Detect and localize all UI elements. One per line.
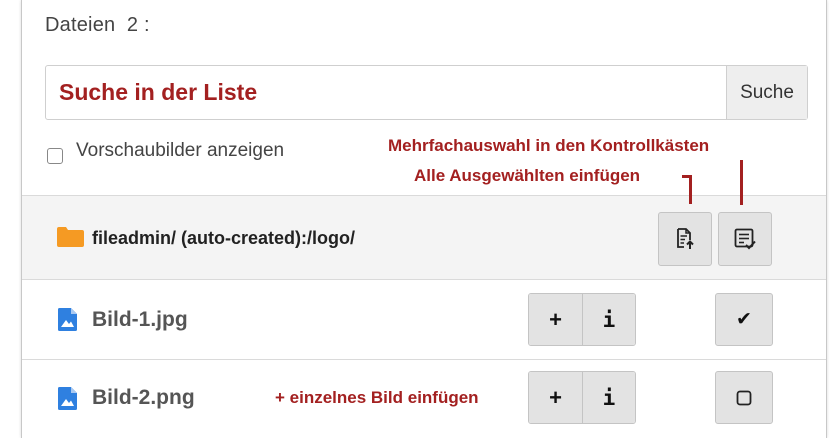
annotation-insert-all: Alle Ausgewählten einfügen: [414, 166, 641, 185]
insert-all-selected-button[interactable]: [658, 212, 712, 266]
files-heading-label: Dateien: [45, 14, 116, 36]
info-icon: i: [602, 385, 616, 410]
checklist-icon: [734, 228, 756, 250]
file-name: Bild-2.png: [92, 386, 195, 409]
file-actions: + i: [528, 371, 636, 424]
file-info-button[interactable]: i: [582, 372, 635, 423]
search-input[interactable]: [46, 66, 726, 119]
file-actions: + i: [528, 293, 636, 346]
insert-selected-icon: [677, 228, 694, 249]
files-heading: Dateien 2 :: [45, 14, 150, 37]
search-button[interactable]: Suche: [726, 66, 807, 119]
file-select-checkbox[interactable]: [715, 371, 773, 424]
annotation-multi-select: Mehrfachauswahl in den Kontrollkästen: [388, 136, 710, 155]
thumbnails-checkbox[interactable]: [47, 148, 63, 164]
folder-icon: [57, 227, 84, 247]
thumbnails-label: Vorschaubilder anzeigen: [76, 140, 285, 161]
checkmark-icon: ✔: [736, 309, 752, 330]
multi-select-button[interactable]: [718, 212, 772, 266]
annotation-insert-single: + einzelnes Bild einfügen: [275, 388, 479, 407]
annotation-pointer-insert-all-vertical: [689, 175, 692, 204]
image-file-icon: [58, 308, 77, 331]
empty-checkbox-icon: [736, 390, 752, 405]
add-file-button[interactable]: +: [529, 294, 582, 345]
add-file-button[interactable]: +: [529, 372, 582, 423]
search-bar: Suche: [45, 65, 808, 120]
thumbnails-toggle[interactable]: Vorschaubilder anzeigen: [47, 138, 284, 164]
folder-path: fileadmin/ (auto-created):/logo/: [92, 228, 356, 248]
folder-row: fileadmin/ (auto-created):/logo/: [22, 195, 826, 279]
image-file-icon: [58, 387, 77, 410]
file-select-checkbox[interactable]: ✔: [715, 293, 773, 346]
info-icon: i: [602, 307, 616, 332]
file-info-button[interactable]: i: [582, 294, 635, 345]
files-count: 2 :: [126, 14, 150, 36]
plus-icon: +: [549, 306, 562, 332]
file-row: Bild-1.jpg + i ✔: [22, 279, 826, 359]
file-name: Bild-1.jpg: [92, 308, 188, 331]
annotation-pointer-multi: [740, 160, 743, 205]
plus-icon: +: [549, 384, 562, 410]
